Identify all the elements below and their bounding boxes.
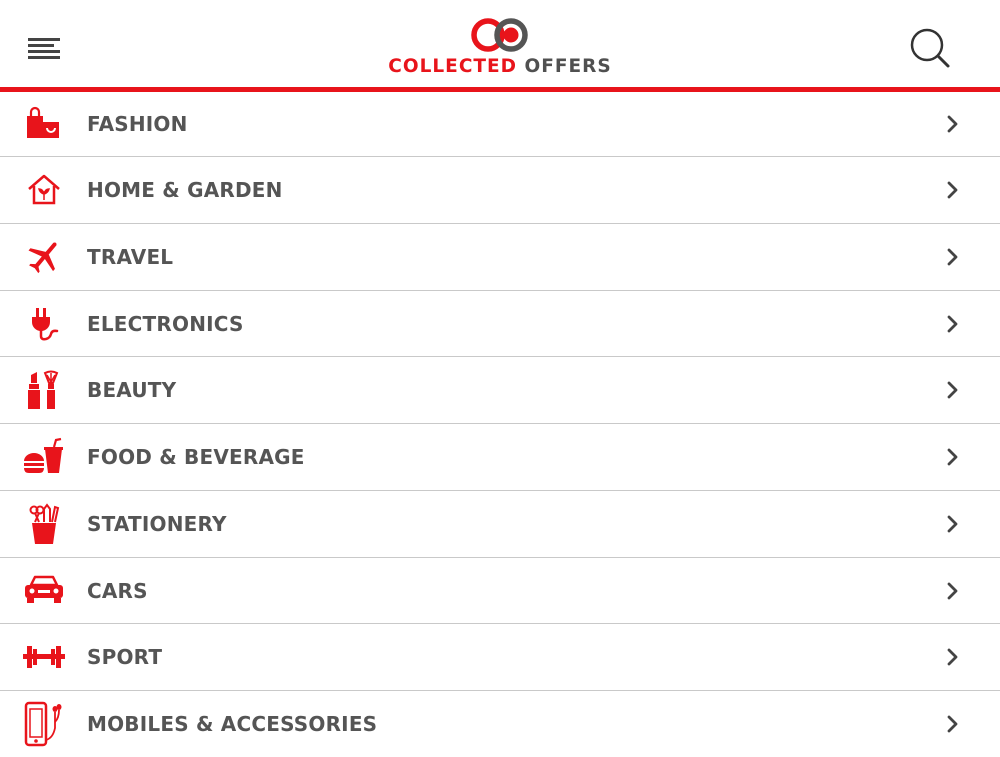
category-label: SPORT bbox=[87, 645, 163, 669]
app-header: COLLECTED OFFERS bbox=[0, 0, 1000, 92]
logo-word-collected: COLLECTED bbox=[388, 56, 518, 77]
chevron-right-icon bbox=[947, 648, 958, 666]
chevron-right-icon bbox=[947, 715, 958, 733]
chevron-right-icon bbox=[947, 181, 958, 199]
category-item-sport[interactable]: SPORT bbox=[0, 624, 1000, 691]
category-item-electronics[interactable]: ELECTRONICS bbox=[0, 291, 1000, 357]
mobile-earphones-icon bbox=[21, 701, 67, 747]
house-plant-icon bbox=[21, 167, 67, 213]
category-label: STATIONERY bbox=[87, 512, 227, 536]
category-item-mobiles-accessories[interactable]: MOBILES & ACCESSORIES bbox=[0, 691, 1000, 757]
dumbbell-icon bbox=[21, 634, 67, 680]
category-item-stationery[interactable]: STATIONERY bbox=[0, 491, 1000, 558]
category-item-food-beverage[interactable]: FOOD & BEVERAGE bbox=[0, 424, 1000, 491]
category-label: HOME & GARDEN bbox=[87, 178, 283, 202]
category-label: ELECTRONICS bbox=[87, 311, 244, 336]
category-item-cars[interactable]: CARS bbox=[0, 558, 1000, 624]
category-item-home-garden[interactable]: HOME & GARDEN bbox=[0, 157, 1000, 224]
lipstick-brush-icon bbox=[21, 367, 67, 413]
airplane-icon bbox=[21, 234, 67, 280]
category-label: TRAVEL bbox=[87, 245, 174, 269]
car-icon bbox=[21, 568, 67, 614]
shopping-bags-icon bbox=[21, 101, 67, 147]
category-item-travel[interactable]: TRAVEL bbox=[0, 224, 1000, 291]
power-plug-icon bbox=[21, 301, 67, 347]
logo-wordmark: COLLECTED OFFERS bbox=[380, 56, 620, 77]
burger-drink-icon bbox=[21, 434, 67, 480]
chevron-right-icon bbox=[947, 582, 958, 599]
chevron-right-icon bbox=[947, 448, 958, 466]
search-button[interactable] bbox=[904, 24, 956, 76]
search-icon bbox=[910, 28, 950, 68]
hamburger-menu-icon bbox=[28, 38, 60, 59]
chevron-right-icon bbox=[947, 515, 958, 533]
category-label: FASHION bbox=[87, 112, 188, 136]
chevron-right-icon bbox=[947, 315, 958, 332]
brand-logo[interactable]: COLLECTED OFFERS bbox=[380, 14, 620, 80]
chevron-right-icon bbox=[947, 248, 958, 266]
category-label: BEAUTY bbox=[87, 378, 177, 402]
menu-button[interactable] bbox=[22, 30, 66, 66]
logo-word-offers: OFFERS bbox=[524, 56, 612, 77]
category-list: FASHION HOME & GARDEN TRAVEL ELECTRONICS… bbox=[0, 92, 1000, 757]
chevron-right-icon bbox=[947, 115, 958, 133]
chevron-right-icon bbox=[947, 381, 958, 399]
category-item-fashion[interactable]: FASHION bbox=[0, 92, 1000, 157]
category-label: MOBILES & ACCESSORIES bbox=[87, 712, 378, 736]
logo-mark-icon bbox=[471, 18, 528, 52]
category-label: FOOD & BEVERAGE bbox=[87, 445, 305, 469]
pencil-cup-icon bbox=[21, 501, 67, 547]
category-label: CARS bbox=[87, 578, 148, 603]
category-item-beauty[interactable]: BEAUTY bbox=[0, 357, 1000, 424]
